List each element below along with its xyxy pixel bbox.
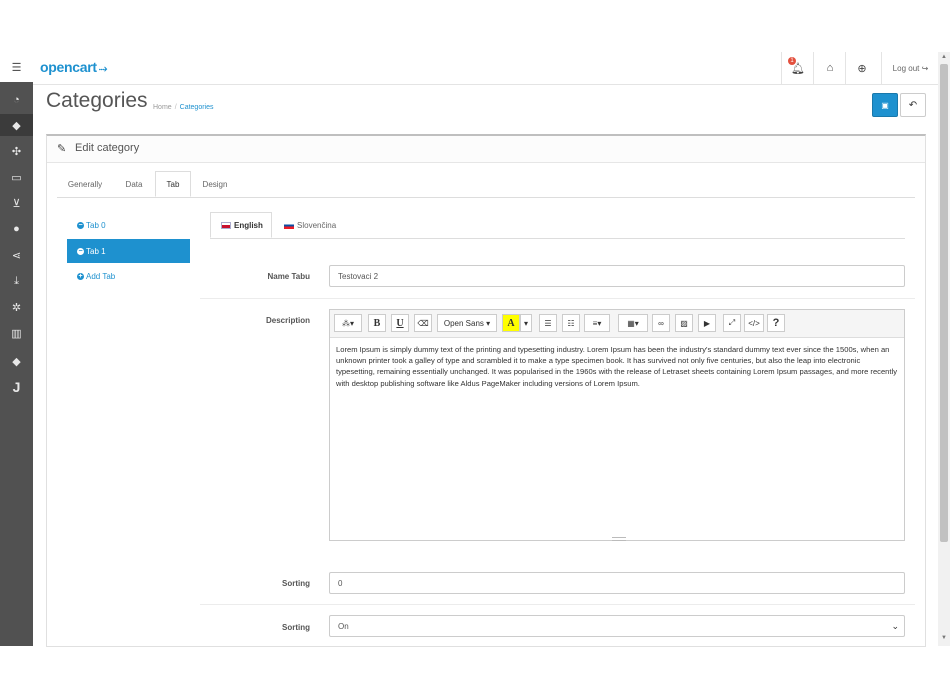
- logout-button[interactable]: Log out ↪: [881, 52, 939, 84]
- underline-button[interactable]: U: [391, 314, 409, 332]
- sign-out-icon: ↪: [921, 63, 929, 73]
- vertical-tab-label: Tab 0: [86, 220, 106, 230]
- save-button[interactable]: ▣: [872, 93, 898, 117]
- highlight-dropdown-icon[interactable]: ▾: [520, 314, 532, 332]
- breadcrumb: Home / Categories: [153, 104, 214, 111]
- cart-logo-icon: ⤑: [98, 63, 108, 75]
- vertical-tab-0[interactable]: − Tab 0: [67, 213, 190, 237]
- puzzle-icon[interactable]: ✣: [0, 140, 33, 162]
- scroll-up-icon[interactable]: ▲: [941, 54, 947, 60]
- uk-flag-icon: [221, 221, 231, 229]
- unordered-list-icon[interactable]: ☰: [539, 314, 557, 332]
- gear-icon[interactable]: ✲: [0, 296, 33, 318]
- breadcrumb-categories[interactable]: Categories: [180, 104, 214, 111]
- cart-icon[interactable]: ⊻: [0, 192, 33, 214]
- link-icon[interactable]: ∞: [652, 314, 670, 332]
- remove-tab-icon[interactable]: −: [77, 221, 84, 229]
- magic-wand-icon[interactable]: ⁂▾: [334, 314, 362, 332]
- font-family-select[interactable]: Open Sans ▾: [437, 314, 497, 332]
- paragraph-align-icon[interactable]: ≡▾: [584, 314, 610, 332]
- add-tab-button[interactable]: + Add Tab: [67, 264, 190, 288]
- vertical-tab-label: Tab 1: [86, 246, 106, 256]
- life-ring-icon: ⊕: [857, 62, 867, 75]
- fullscreen-icon[interactable]: ⤢: [723, 314, 741, 332]
- add-tab-label: Add Tab: [86, 271, 116, 281]
- home-icon: ⌂: [826, 62, 834, 74]
- slovak-flag-icon: [284, 221, 294, 229]
- help-icon[interactable]: ?: [767, 314, 785, 332]
- sorting-label: Sorting: [282, 579, 310, 588]
- tag-icon[interactable]: ◆: [0, 350, 33, 372]
- description-label: Description: [265, 316, 310, 325]
- home-button[interactable]: ⌂: [813, 52, 846, 84]
- pencil-icon: ✎: [57, 143, 67, 155]
- eraser-icon[interactable]: ⌫: [414, 314, 432, 332]
- panel-heading: ✎ Edit category: [47, 136, 925, 163]
- opencart-logo[interactable]: opencart ⤑: [40, 59, 108, 76]
- language-label: Slovenčina: [297, 220, 337, 230]
- remove-tab-icon[interactable]: −: [77, 247, 84, 255]
- font-name: Open Sans: [443, 318, 484, 328]
- status-select[interactable]: On ⌄: [329, 615, 905, 637]
- sorting-input[interactable]: 0: [329, 572, 905, 594]
- page-scrollbar[interactable]: ▲ ▼: [938, 52, 950, 646]
- resize-handle[interactable]: [612, 537, 626, 541]
- name-tab-input[interactable]: Testovaci 2: [329, 265, 905, 287]
- logout-label: Log out: [892, 63, 920, 73]
- language-tab-english[interactable]: English: [210, 212, 272, 238]
- left-sidebar: ☰ ◔ ◆ ✣ ▭ ⊻ ● ⋖ ⤓ ✲ ▥ ◆ J: [0, 52, 33, 646]
- download-icon[interactable]: ⤓: [0, 270, 33, 292]
- tab-data[interactable]: Data: [115, 171, 153, 197]
- add-icon: +: [77, 272, 84, 280]
- rich-text-editor: ⁂▾ B U ⌫ Open Sans ▾ A ▾ ☰ ☷ ≡▾ ▦▾ ∞ ▨ ▶…: [329, 309, 905, 541]
- chevron-down-icon: ⌄: [891, 621, 899, 631]
- page-title: Categories: [46, 89, 148, 112]
- menu-toggle-icon[interactable]: ☰: [0, 52, 33, 82]
- language-label: English: [234, 220, 263, 230]
- code-view-icon[interactable]: </>: [744, 314, 764, 332]
- language-tab-slovencina[interactable]: Slovenčina: [274, 212, 354, 238]
- notifications-button[interactable]: 1 🔔︎: [781, 52, 814, 84]
- tags-icon[interactable]: ◆: [0, 114, 33, 136]
- ordered-list-icon[interactable]: ☷: [562, 314, 580, 332]
- back-button[interactable]: ↶: [900, 93, 926, 117]
- top-header: opencart ⤑ 1 🔔︎ ⌂ ⊕ Log out ↪: [33, 52, 938, 85]
- dashboard-icon[interactable]: ◔: [0, 89, 33, 111]
- status-value: On: [338, 621, 349, 631]
- tab-generally[interactable]: Generally: [57, 171, 113, 197]
- tab-tab[interactable]: Tab: [155, 171, 191, 197]
- notification-badge: 1: [788, 57, 796, 65]
- desktop-icon[interactable]: ▭: [0, 166, 33, 188]
- row-divider: [200, 604, 915, 605]
- editor-toolbar: ⁂▾ B U ⌫ Open Sans ▾ A ▾ ☰ ☷ ≡▾ ▦▾ ∞ ▨ ▶…: [330, 310, 904, 338]
- row-divider: [200, 298, 915, 299]
- vertical-tab-1[interactable]: − Tab 1: [67, 239, 190, 263]
- bold-button[interactable]: B: [368, 314, 386, 332]
- language-tabs: English Slovenčina: [210, 212, 905, 239]
- editor-content[interactable]: Lorem Ipsum is simply dummy text of the …: [336, 344, 898, 389]
- status-label: Sorting: [282, 623, 310, 632]
- scrollbar-thumb[interactable]: [940, 64, 948, 542]
- breadcrumb-home[interactable]: Home: [153, 104, 172, 111]
- panel-title: Edit category: [75, 142, 140, 154]
- image-icon[interactable]: ▨: [675, 314, 693, 332]
- scroll-down-icon[interactable]: ▼: [941, 635, 947, 641]
- reply-icon: ↶: [908, 99, 918, 111]
- share-icon[interactable]: ⋖: [0, 244, 33, 266]
- bar-chart-icon[interactable]: ▥: [0, 322, 33, 344]
- video-icon[interactable]: ▶: [698, 314, 716, 332]
- tab-design[interactable]: Design: [193, 171, 237, 197]
- user-icon[interactable]: ●: [0, 218, 33, 240]
- floppy-icon: ▣: [881, 100, 889, 110]
- j-icon[interactable]: J: [0, 376, 33, 398]
- table-icon[interactable]: ▦▾: [618, 314, 648, 332]
- help-button[interactable]: ⊕: [845, 52, 878, 84]
- name-tab-label: Name Tabu: [267, 272, 310, 281]
- main-tabs: Generally Data Tab Design: [57, 171, 915, 198]
- highlight-color-button[interactable]: A: [502, 314, 520, 332]
